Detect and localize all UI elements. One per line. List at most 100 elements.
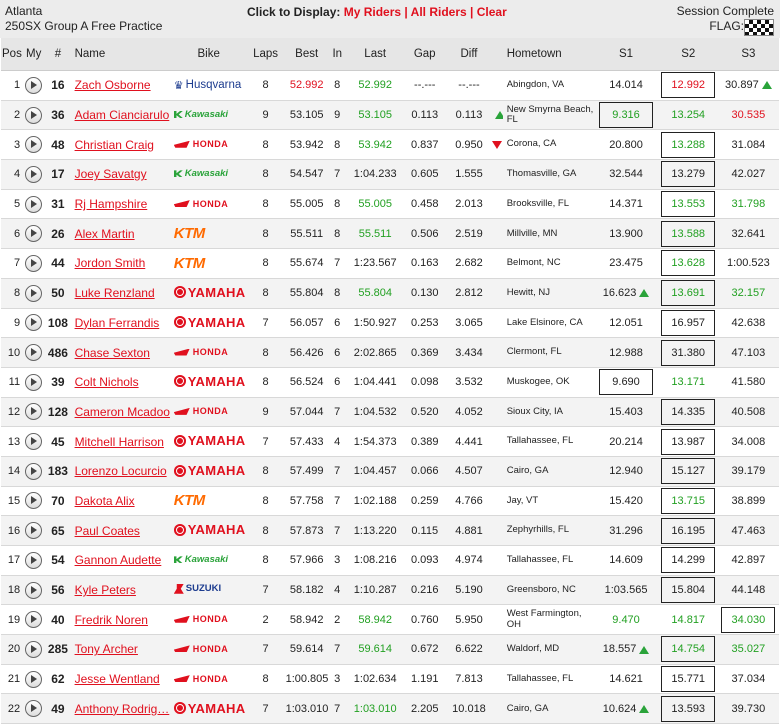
- rider-name-link[interactable]: Cameron Mcadoo: [75, 405, 170, 419]
- rider-name-link[interactable]: Alex Martin: [75, 227, 135, 241]
- rider-name-link[interactable]: Adam Cianciarulo: [75, 108, 170, 122]
- s2-best-box: 14.754: [661, 636, 716, 663]
- play-button-icon[interactable]: [25, 373, 43, 391]
- rider-name-link[interactable]: Gannon Audette: [75, 553, 162, 567]
- rider-name-link[interactable]: Mitchell Harrison: [75, 435, 164, 449]
- gap-cell: 0.163: [403, 248, 446, 279]
- rider-name-link[interactable]: Fredrik Noren: [75, 613, 148, 627]
- best-lap-cell: 56.524: [285, 367, 328, 398]
- bike-cell: YAMAHA: [171, 693, 246, 724]
- rider-name-link[interactable]: Rj Hampshire: [75, 197, 148, 211]
- yamaha-logo-icon: YAMAHA: [173, 701, 246, 716]
- play-button-icon[interactable]: [25, 344, 43, 362]
- last-lap-cell: 59.614: [346, 634, 404, 665]
- rider-name-link[interactable]: Jesse Wentland: [75, 672, 160, 686]
- bike-cell: KTM: [171, 218, 246, 250]
- rider-name-link[interactable]: Chase Sexton: [75, 346, 150, 360]
- play-button-icon[interactable]: [25, 581, 43, 599]
- play-button-icon[interactable]: [25, 433, 43, 451]
- s3-cell: 47.103: [717, 337, 779, 368]
- play-button-icon[interactable]: [25, 522, 43, 540]
- clear-link[interactable]: Clear: [477, 5, 507, 19]
- my-rider-cell: [22, 693, 46, 724]
- laps-cell: 8: [245, 278, 286, 309]
- rider-name-link[interactable]: Anthony Rodrig…: [75, 702, 170, 716]
- rider-name-link[interactable]: Paul Coates: [75, 524, 140, 538]
- s2-best-box: 13.593: [661, 695, 716, 722]
- play-button-icon[interactable]: [25, 254, 43, 272]
- bike-cell: Kawasaki: [171, 159, 246, 190]
- in-lap-cell: 4: [327, 575, 347, 606]
- play-button-icon[interactable]: [25, 462, 43, 480]
- play-button-icon[interactable]: [25, 492, 43, 510]
- hometown-cell: Tallahassee, FL: [502, 426, 594, 457]
- play-button-icon[interactable]: [25, 225, 43, 243]
- play-button-icon[interactable]: [25, 195, 43, 213]
- ktm-logo-icon: KTM: [173, 254, 206, 272]
- bike-cell: YAMAHA: [171, 308, 246, 339]
- rider-name-link[interactable]: Kyle Peters: [75, 583, 136, 597]
- play-button-icon[interactable]: [25, 640, 43, 658]
- my-riders-link[interactable]: My Riders: [344, 5, 401, 19]
- all-riders-link[interactable]: All Riders: [411, 5, 467, 19]
- rider-name-link[interactable]: Dylan Ferrandis: [75, 316, 160, 330]
- play-button-icon[interactable]: [25, 314, 43, 332]
- position-cell: 7: [1, 248, 23, 279]
- rider-name-link[interactable]: Zach Osborne: [75, 78, 151, 92]
- play-button-icon[interactable]: [25, 670, 43, 688]
- hometown-cell: Tallahassee, FL: [502, 664, 594, 695]
- rider-number: 48: [45, 129, 71, 161]
- my-rider-cell: [22, 575, 46, 606]
- play-button-icon[interactable]: [25, 284, 43, 302]
- s3-cell: 42.897: [717, 545, 779, 576]
- rider-name-link[interactable]: Dakota Alix: [75, 494, 135, 508]
- my-rider-cell: [22, 545, 46, 576]
- col-trend: [492, 38, 503, 71]
- play-button-icon[interactable]: [25, 611, 43, 629]
- rider-name-cell: Zach Osborne: [70, 70, 172, 101]
- trend-cell: [492, 634, 503, 665]
- gap-cell: 0.605: [403, 159, 446, 190]
- play-button-icon[interactable]: [25, 106, 43, 124]
- rider-name-link[interactable]: Christian Craig: [75, 138, 154, 152]
- table-row: 15 70 Dakota Alix KTM 8 57.758 7 1:02.188 0.259 4…: [1, 486, 779, 517]
- improvement-up-arrow-icon: [639, 645, 650, 654]
- s2-time: 14.754: [671, 643, 706, 656]
- my-rider-cell: [22, 456, 46, 487]
- rider-number: 65: [45, 515, 71, 546]
- s2-cell: 15.127: [658, 456, 718, 487]
- play-button-icon[interactable]: [25, 700, 43, 718]
- play-button-icon[interactable]: [25, 551, 43, 569]
- rider-name-link[interactable]: Joey Savatgy: [75, 167, 147, 181]
- play-button-icon[interactable]: [25, 76, 43, 94]
- gap-cell: 0.369: [403, 337, 446, 368]
- s1-time: 15.420: [609, 494, 643, 507]
- best-lap-cell: 55.804: [285, 278, 328, 309]
- s2-best-box: 13.628: [661, 250, 716, 277]
- rider-name-link[interactable]: Colt Nichols: [75, 375, 139, 389]
- s2-best-box: 31.380: [661, 339, 716, 366]
- rider-name-link[interactable]: Luke Renzland: [75, 286, 155, 300]
- s3-time: 39.730: [731, 702, 766, 715]
- last-lap-cell: 1:02.634: [346, 664, 404, 695]
- laps-cell: 8: [245, 664, 286, 695]
- play-button-icon[interactable]: [25, 403, 43, 421]
- rider-name-link[interactable]: Jordon Smith: [75, 256, 146, 270]
- s2-cell: 14.335: [658, 397, 718, 428]
- in-lap-cell: 8: [327, 189, 347, 220]
- filter-separator: |: [470, 5, 474, 19]
- s3-time: 34.030: [731, 613, 766, 626]
- improvement-up-arrow-icon: [761, 81, 772, 90]
- hometown-cell: Brooksville, FL: [502, 189, 594, 220]
- play-button-icon[interactable]: [25, 136, 43, 154]
- diff-cell: 4.441: [445, 426, 493, 457]
- rider-name-link[interactable]: Lorenzo Locurcio: [75, 464, 167, 478]
- rider-name-link[interactable]: Tony Archer: [75, 642, 138, 656]
- trend-cell: [492, 426, 503, 457]
- laps-cell: 8: [245, 159, 286, 190]
- play-button-icon[interactable]: [25, 165, 43, 183]
- last-lap-cell: 1:03.010: [346, 693, 404, 724]
- s1-cell: 31.296: [593, 515, 659, 546]
- in-lap-cell: 7: [327, 456, 347, 487]
- s3-time: 44.148: [731, 584, 766, 597]
